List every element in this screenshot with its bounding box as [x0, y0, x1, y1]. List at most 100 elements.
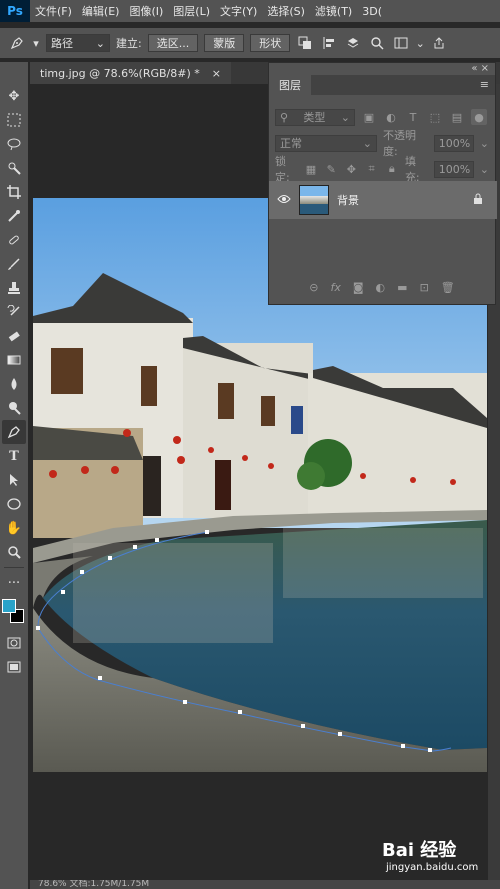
lock-pixels-icon[interactable]: ✎	[324, 161, 338, 177]
reflection	[73, 543, 273, 643]
blur-icon[interactable]	[2, 372, 26, 396]
layer-style-icon[interactable]: fx	[330, 281, 340, 294]
filter-pixel-icon[interactable]: ▣	[361, 109, 377, 125]
path-alignment-icon[interactable]	[320, 34, 338, 52]
menu-edit[interactable]: 编辑(E)	[77, 3, 125, 19]
layer-filter-select[interactable]: ⚲ 类型 ⌄	[275, 108, 355, 126]
menu-select[interactable]: 选择(S)	[262, 3, 310, 19]
lock-transparent-icon[interactable]: ▦	[304, 161, 318, 177]
filter-type-icon[interactable]: T	[405, 109, 421, 125]
eyedropper-icon[interactable]	[2, 204, 26, 228]
stamp-icon[interactable]	[2, 276, 26, 300]
mask-button[interactable]: 蒙版	[204, 34, 245, 52]
healing-icon[interactable]	[2, 228, 26, 252]
quick-mask-icon[interactable]	[2, 631, 26, 655]
layers-panel-header: 图层 ≡	[269, 75, 495, 95]
selection-button[interactable]: 选区...	[147, 34, 199, 52]
photoshop-logo-icon[interactable]: Ps	[0, 0, 30, 22]
filter-smart-object-icon[interactable]: ▤	[449, 109, 465, 125]
fill-field[interactable]: 100%	[433, 160, 474, 178]
lock-all-icon[interactable]: 🔒︎	[385, 161, 399, 177]
window	[141, 366, 157, 406]
close-icon[interactable]: ×	[212, 67, 221, 80]
chevron-down-icon[interactable]: ⌄	[416, 34, 425, 52]
eraser-icon[interactable]	[2, 324, 26, 348]
layer-name[interactable]: 背景	[337, 192, 465, 208]
filter-shape-icon[interactable]: ⬚	[427, 109, 443, 125]
menu-filter[interactable]: 滤镜(T)	[310, 3, 357, 19]
new-group-icon[interactable]: ▬	[397, 281, 407, 294]
crop-icon[interactable]	[2, 180, 26, 204]
document-tab[interactable]: timg.jpg @ 78.6%(RGB/8#) * ×	[30, 62, 231, 84]
brush-icon[interactable]	[2, 252, 26, 276]
tools-panel: ✥ T ✋ ···	[0, 62, 28, 889]
layers-panel: « × 图层 ≡ ⚲ 类型 ⌄ ▣ ◐ T ⬚ ▤ ● 正常 ⌄ 不透明度: 1…	[268, 62, 497, 305]
lock-icon	[473, 193, 483, 208]
filter-adjustment-icon[interactable]: ◐	[383, 109, 399, 125]
new-layer-icon[interactable]: ⊡	[420, 281, 429, 294]
quick-select-icon[interactable]	[2, 156, 26, 180]
document-title: timg.jpg @ 78.6%(RGB/8#) *	[40, 66, 200, 80]
panel-menu-icon[interactable]: ≡	[480, 78, 489, 91]
new-adjustment-layer-icon[interactable]: ◐	[376, 281, 386, 294]
window	[51, 348, 83, 394]
lock-position-icon[interactable]: ✥	[344, 161, 358, 177]
add-mask-icon[interactable]: ◙	[353, 281, 364, 294]
blend-opacity-row: 正常 ⌄ 不透明度: 100% ⌄	[269, 129, 495, 158]
chevron-down-icon[interactable]: ⌄	[480, 163, 489, 176]
blend-mode-select[interactable]: 正常 ⌄	[275, 134, 377, 152]
search-icon[interactable]	[368, 34, 386, 52]
mode-select[interactable]: 路径 ⌄	[46, 34, 110, 52]
layer-item[interactable]: 背景	[269, 181, 497, 219]
more-icon[interactable]: ···	[2, 571, 26, 595]
path-arrangement-icon[interactable]	[344, 34, 362, 52]
blend-mode-value: 正常	[280, 137, 302, 150]
menu-layer[interactable]: 图层(L)	[168, 3, 215, 19]
window	[261, 396, 275, 426]
toolbar-divider	[4, 567, 24, 568]
marquee-icon[interactable]	[2, 108, 26, 132]
opacity-field[interactable]: 100%	[433, 134, 474, 152]
window	[218, 383, 234, 419]
ellipse-icon[interactable]	[2, 492, 26, 516]
collapse-panel-icon[interactable]: « ×	[471, 63, 489, 75]
chevron-down-icon: ⌄	[362, 136, 372, 150]
fill-value: 100%	[438, 162, 471, 176]
tab-layers[interactable]: 图层	[269, 75, 311, 95]
filter-toggle-icon[interactable]: ●	[471, 109, 487, 125]
menu-file[interactable]: 文件(F)	[30, 3, 77, 19]
lock-artboard-icon[interactable]: ⌗	[365, 161, 379, 177]
shape-button[interactable]: 形状	[250, 34, 291, 52]
delete-layer-icon[interactable]: 🗑︎	[441, 281, 455, 294]
color-swatches	[0, 595, 28, 631]
foreground-color-swatch[interactable]	[2, 599, 16, 613]
chevron-down-icon[interactable]: ⌄	[480, 137, 489, 150]
eye-icon[interactable]	[277, 194, 291, 207]
mode-select-value: 路径	[51, 37, 73, 50]
screen-mode-icon[interactable]	[2, 655, 26, 679]
search-icon: ⚲	[280, 110, 289, 124]
history-brush-icon[interactable]	[2, 300, 26, 324]
menu-image[interactable]: 图像(I)	[124, 3, 168, 19]
workspace-icon[interactable]	[392, 34, 410, 52]
pen-icon[interactable]	[2, 420, 26, 444]
lasso-icon[interactable]	[2, 132, 26, 156]
move-icon[interactable]: ✥	[2, 84, 26, 108]
gradient-icon[interactable]	[2, 348, 26, 372]
link-layers-icon[interactable]: ⊝	[309, 281, 318, 294]
path-select-icon[interactable]	[2, 468, 26, 492]
hand-icon[interactable]: ✋	[2, 516, 26, 540]
share-icon[interactable]	[430, 34, 448, 52]
path-operations-icon[interactable]	[296, 34, 314, 52]
dodge-icon[interactable]	[2, 396, 26, 420]
tree	[297, 462, 325, 490]
menu-type[interactable]: 文字(Y)	[215, 3, 262, 19]
chevron-down-icon[interactable]: ▾	[32, 34, 40, 52]
menu-bar: Ps 文件(F) 编辑(E) 图像(I) 图层(L) 文字(Y) 选择(S) 滤…	[0, 0, 500, 22]
layer-filter-row: ⚲ 类型 ⌄ ▣ ◐ T ⬚ ▤ ●	[269, 107, 495, 127]
watermark-url: jingyan.baidu.com	[386, 862, 479, 873]
menu-3d[interactable]: 3D(	[357, 5, 387, 18]
pen-tool-icon[interactable]	[8, 34, 26, 52]
zoom-icon[interactable]	[2, 540, 26, 564]
type-icon[interactable]: T	[2, 444, 26, 468]
